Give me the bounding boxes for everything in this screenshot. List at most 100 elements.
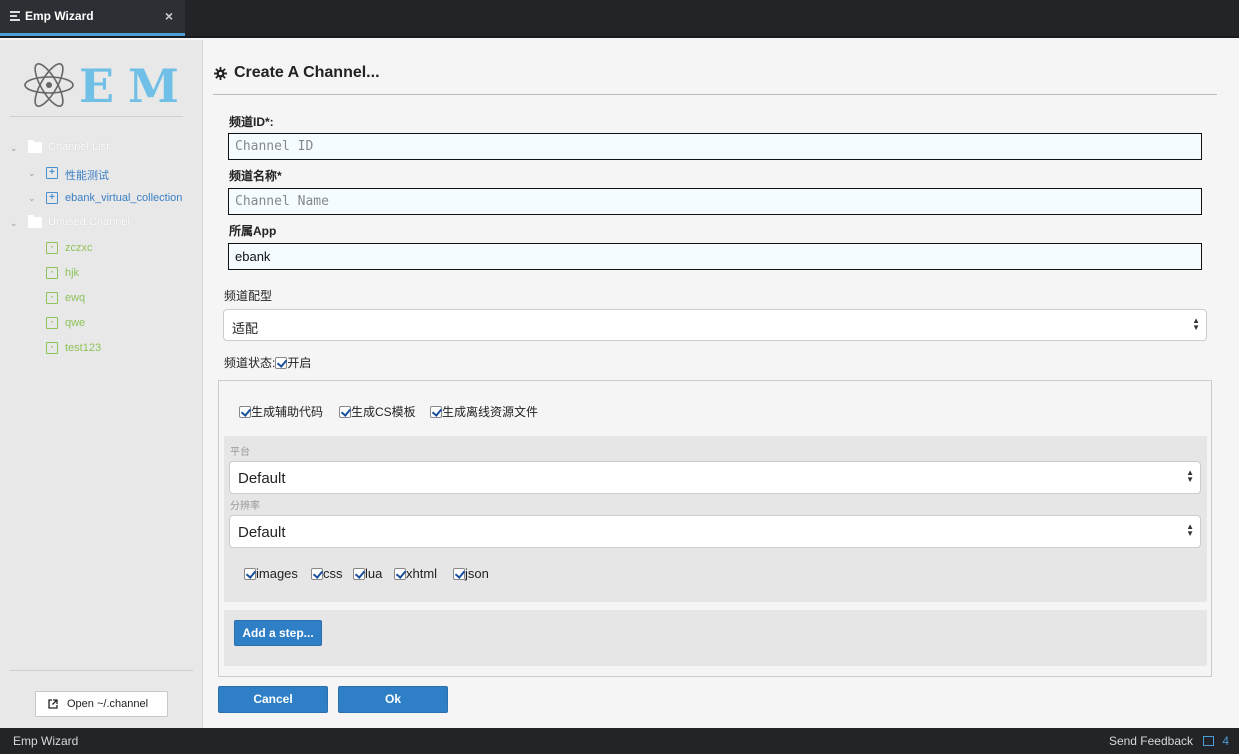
tree-item[interactable]: · test123: [0, 339, 203, 361]
tree-group-label: Unused Channel: [48, 216, 130, 228]
adapter-select-value: 适配: [232, 321, 259, 336]
file-icon: [10, 11, 20, 21]
tree-item-label: ewq: [65, 292, 86, 304]
ok-button[interactable]: Ok: [338, 686, 448, 713]
folder-icon: [28, 140, 42, 153]
tab-emp-wizard[interactable]: Emp Wizard ×: [0, 0, 185, 36]
adapter-select[interactable]: 适配 ▲ ▼: [223, 309, 1207, 341]
resolution-select[interactable]: Default ▲ ▼: [229, 515, 1201, 548]
folder-icon: [28, 215, 42, 228]
tree-item-label: qwe: [65, 317, 86, 329]
update-count[interactable]: 4: [1222, 734, 1229, 748]
resolution-select-value: Default: [238, 524, 286, 541]
step-footer: [224, 610, 1207, 666]
plus-box-icon: +: [46, 167, 58, 179]
chevron-down-icon[interactable]: ⌄: [28, 169, 36, 178]
status-bar: Emp Wizard Send Feedback 4: [0, 728, 1239, 754]
tab-bar: Emp Wizard ×: [0, 0, 1239, 38]
platform-label: 平台: [230, 447, 250, 458]
dot-box-icon: ·: [46, 267, 58, 279]
checkbox[interactable]: [339, 406, 351, 418]
select-arrows-icon: ▲ ▼: [1186, 522, 1194, 538]
checkbox-label: 生成辅助代码: [251, 405, 324, 419]
checkbox-label: 生成离线资源文件: [442, 405, 539, 419]
checkbox-label: images: [256, 566, 298, 581]
checkbox[interactable]: [430, 406, 442, 418]
checkbox[interactable]: [453, 568, 465, 580]
adapter-label: 频道配型: [224, 289, 273, 303]
status-row: 频道状态: 开启: [224, 354, 311, 371]
divider: [213, 94, 1217, 95]
open-channel-button[interactable]: Open ~/.channel: [35, 691, 168, 717]
platform-select-value: Default: [238, 470, 286, 487]
resolution-label: 分辨率: [230, 501, 260, 512]
select-arrows-icon: ▲ ▼: [1186, 468, 1194, 484]
channel-name-input[interactable]: [228, 188, 1202, 215]
tab-label: Emp Wizard: [25, 9, 94, 23]
dot-box-icon: ·: [46, 292, 58, 304]
status-checkbox[interactable]: [275, 357, 288, 369]
tree-group-label: Channel List: [48, 141, 110, 153]
send-feedback-link[interactable]: Send Feedback: [1109, 734, 1193, 748]
checkbox-label: lua: [365, 566, 383, 581]
checkbox[interactable]: [311, 568, 323, 580]
tree-group-unused-channel[interactable]: ⌄ Unused Channel: [0, 214, 203, 236]
close-icon[interactable]: ×: [165, 8, 173, 24]
tree-group-channel-list[interactable]: ⌄ Channel List: [0, 139, 203, 161]
app-label: 所属App: [229, 224, 277, 238]
dot-box-icon: ·: [46, 242, 58, 254]
generate-option[interactable]: 生成离线资源文件: [430, 403, 538, 420]
cancel-button[interactable]: Cancel: [218, 686, 328, 713]
dot-box-icon: ·: [46, 317, 58, 329]
plus-box-icon: +: [46, 192, 58, 204]
open-channel-label: Open ~/.channel: [67, 698, 149, 710]
status-bar-title: Emp Wizard: [13, 734, 79, 748]
checkbox-label: 生成CS模板: [351, 405, 416, 419]
chevron-down-icon[interactable]: ⌄: [10, 219, 18, 228]
status-label: 频道状态:: [224, 356, 276, 370]
divider: [10, 116, 183, 117]
status-option-label: 开启: [287, 356, 312, 370]
resource-option[interactable]: xhtml: [394, 566, 437, 581]
tree-item-label: ebank_virtual_collection: [65, 192, 183, 204]
resource-option[interactable]: images: [244, 566, 298, 581]
tree-item[interactable]: · zczxc: [0, 239, 203, 261]
checkbox[interactable]: [394, 568, 406, 580]
page-title: Create A Channel...: [234, 64, 380, 81]
checkbox[interactable]: [353, 568, 365, 580]
channel-id-label: 频道ID*:: [229, 115, 274, 129]
chevron-down-icon[interactable]: ⌄: [10, 144, 18, 153]
app-input[interactable]: [228, 243, 1202, 270]
tree-item-label: test123: [65, 342, 102, 354]
tree-item-label: zczxc: [65, 242, 93, 254]
select-arrows-icon: ▲ ▼: [1192, 316, 1200, 332]
tree-item[interactable]: ⌄ + 性能测试: [0, 164, 203, 186]
divider: [10, 670, 193, 671]
tree-item[interactable]: · hjk: [0, 264, 203, 286]
generate-option[interactable]: 生成辅助代码: [239, 403, 323, 420]
tree-item-label: hjk: [65, 267, 80, 279]
checkbox-label: json: [465, 566, 489, 581]
resource-option[interactable]: lua: [353, 566, 382, 581]
active-tab-indicator: [0, 33, 185, 36]
checkbox-label: css: [323, 566, 343, 581]
add-step-button[interactable]: Add a step...: [234, 620, 322, 646]
tree-item[interactable]: · ewq: [0, 289, 203, 311]
resource-option[interactable]: css: [311, 566, 343, 581]
channel-name-label: 频道名称*: [229, 169, 282, 183]
checkbox[interactable]: [239, 406, 251, 418]
generate-option[interactable]: 生成CS模板: [339, 403, 416, 420]
checkbox[interactable]: [244, 568, 256, 580]
chevron-down-icon[interactable]: ⌄: [28, 194, 36, 203]
tree-item-label: 性能测试: [65, 170, 109, 182]
tree-item[interactable]: · qwe: [0, 314, 203, 336]
channel-id-input[interactable]: [228, 133, 1202, 160]
sidebar: EMP ⌄ Channel List ⌄ + 性能测试 ⌄ + ebank_vi…: [0, 40, 203, 728]
checkbox-label: xhtml: [406, 566, 438, 581]
tree-item[interactable]: ⌄ + ebank_virtual_collection: [0, 189, 203, 211]
logo-text: EMP: [79, 60, 183, 113]
package-icon[interactable]: [1203, 736, 1214, 746]
platform-select[interactable]: Default ▲ ▼: [229, 461, 1201, 494]
resource-option[interactable]: json: [453, 566, 489, 581]
dot-box-icon: ·: [46, 342, 58, 354]
